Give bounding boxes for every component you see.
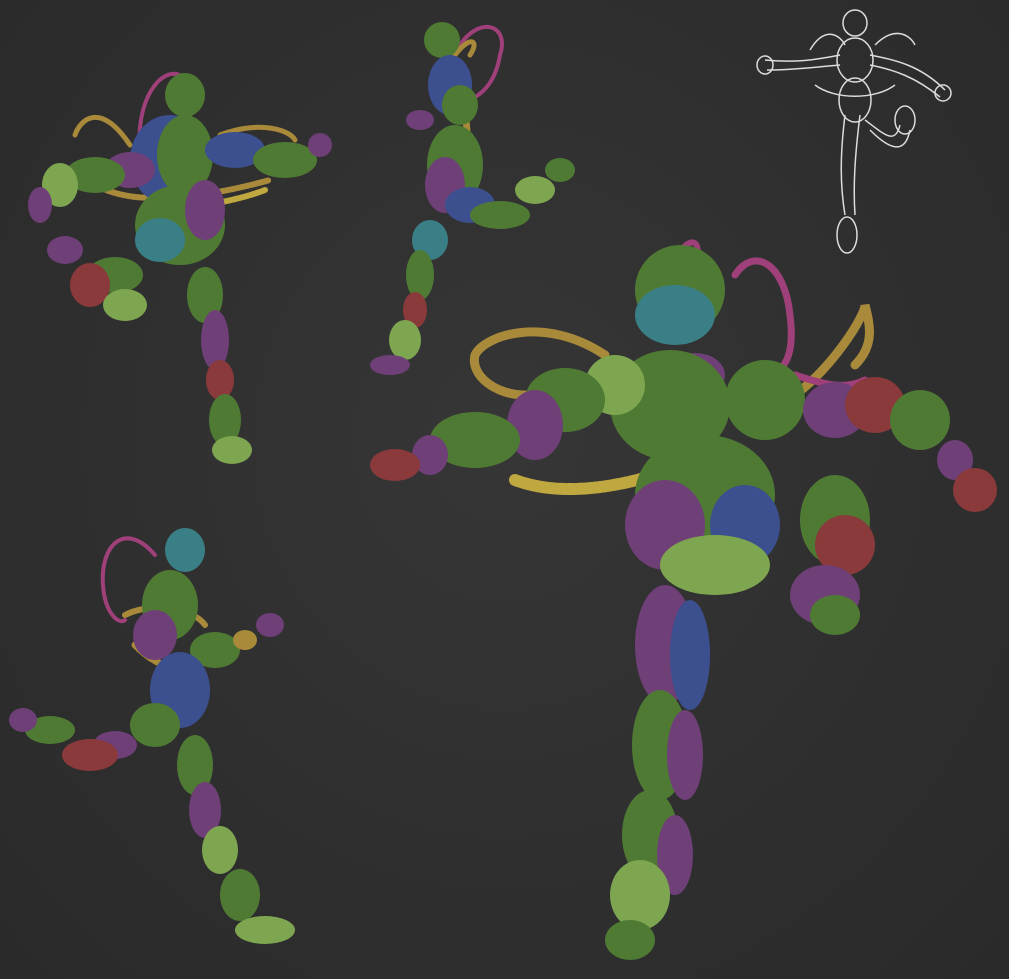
viewport-canvas[interactable] xyxy=(0,0,1009,979)
figure-main-front-view xyxy=(365,235,1005,970)
body-segments xyxy=(370,245,997,960)
figure-lower-left-view xyxy=(5,525,310,955)
wireframe-body xyxy=(756,9,952,254)
figure-wireframe-preview xyxy=(755,5,955,260)
figure-lower-left-render xyxy=(9,528,295,944)
figure-wireframe-render xyxy=(756,9,952,254)
figure-back-view-render xyxy=(28,72,332,464)
figure-back-view xyxy=(20,60,350,470)
body-segments xyxy=(9,528,295,944)
figure-main-render xyxy=(370,239,997,960)
